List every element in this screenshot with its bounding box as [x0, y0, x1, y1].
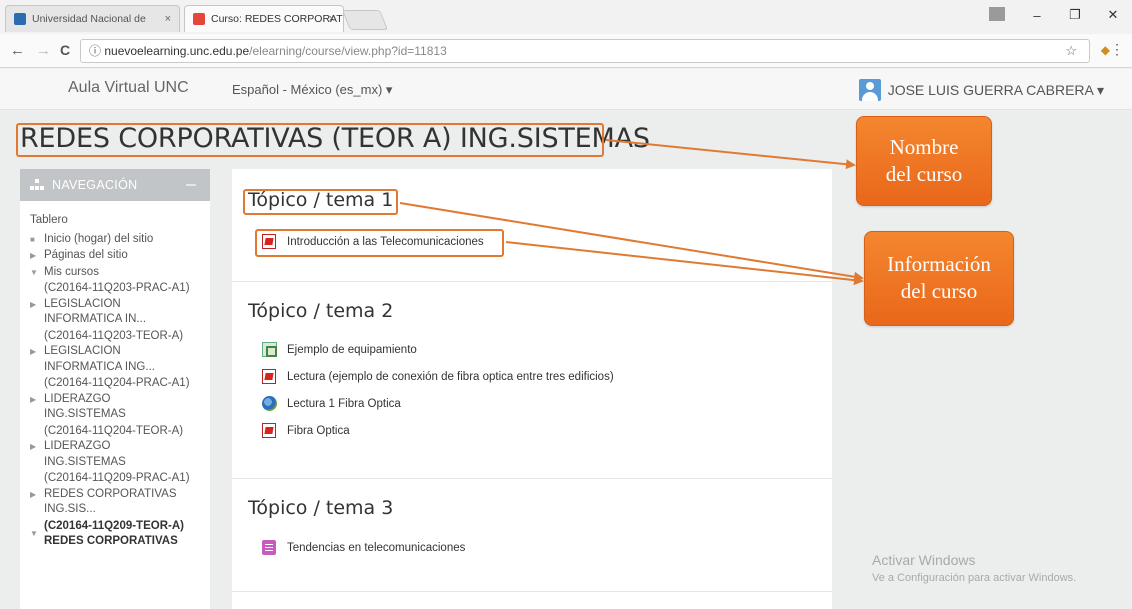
- activity-highlight: [255, 229, 504, 257]
- watermark-title: Activar Windows: [872, 552, 976, 568]
- profile-icon[interactable]: [989, 7, 1005, 21]
- url-path: /elearning/course/view.php?id=11813: [249, 44, 447, 58]
- nav-course-item[interactable]: (C20164-11Q204-PRAC-A1) LIDERAZGO ING.SI…: [44, 376, 194, 423]
- new-tab-button[interactable]: [341, 10, 389, 30]
- tab-title: Universidad Nacional de: [32, 13, 146, 25]
- extension-icon[interactable]: ◆: [1101, 43, 1110, 57]
- page-body: REDES CORPORATIVAS (TEOR A) ING.SISTEMAS…: [0, 111, 1132, 609]
- bullet-icon: ■: [30, 234, 35, 244]
- activity-link[interactable]: Lectura 1 Fibra Optica: [262, 396, 401, 411]
- tab-strip: Universidad Nacional de × Curso: REDES C…: [0, 0, 1132, 34]
- callout-line: del curso: [900, 279, 978, 303]
- minimize-button[interactable]: –: [1018, 0, 1056, 30]
- maximize-button[interactable]: ❐: [1056, 0, 1094, 30]
- activity-name: Ejemplo de equipamiento: [287, 343, 417, 356]
- page-icon: [262, 540, 276, 555]
- tab-title: Curso: REDES CORPORAT: [211, 13, 343, 25]
- expand-arrow-icon[interactable]: ▶: [30, 344, 44, 360]
- navigation-header: NAVEGACIÓN: [20, 169, 210, 201]
- activity-link[interactable]: Lectura (ejemplo de conexión de fibra op…: [262, 369, 614, 384]
- address-bar[interactable]: ⓘ nuevoelearning.unc.edu.pe/elearning/co…: [80, 39, 1090, 63]
- sitemap-icon: [30, 179, 44, 191]
- moodle-favicon-icon: [193, 13, 205, 25]
- expand-arrow-icon[interactable]: ▶: [30, 297, 44, 313]
- activity-name: Lectura (ejemplo de conexión de fibra op…: [287, 370, 614, 383]
- window-controls: – ❐ ✕: [1018, 0, 1132, 30]
- info-icon[interactable]: ⓘ: [89, 44, 101, 58]
- reload-button[interactable]: C: [60, 42, 70, 58]
- callout-course-info: Información del curso: [864, 231, 1014, 326]
- navigation-heading: NAVEGACIÓN: [52, 178, 138, 192]
- expand-arrow-icon[interactable]: ▶: [30, 487, 44, 503]
- user-menu[interactable]: JOSE LUIS GUERRA CABRERA ▾: [858, 79, 1104, 101]
- callout-line: del curso: [885, 162, 963, 186]
- navigation-tree: Tablero ■ Inicio (hogar) del sitio ▶ Págin…: [20, 201, 210, 550]
- url-host: nuevoelearning.unc.edu.pe: [104, 44, 250, 58]
- site-brand[interactable]: Aula Virtual UNC: [68, 79, 189, 97]
- browser-menu-icon[interactable]: ⋮: [1110, 41, 1124, 58]
- callout-course-name: Nombre del curso: [856, 116, 992, 206]
- browser-window: Universidad Nacional de × Curso: REDES C…: [0, 0, 1132, 609]
- tab-close-icon[interactable]: ×: [165, 13, 171, 25]
- collapse-arrow-icon[interactable]: ▼: [30, 265, 44, 281]
- activity-name: Lectura 1 Fibra Optica: [287, 397, 401, 410]
- bookmark-star-icon[interactable]: ☆: [1065, 40, 1077, 62]
- pdf-icon: [262, 423, 276, 438]
- nav-course-item[interactable]: (C20164-11Q204-TEOR-A) LIDERAZGO ING.SIS…: [44, 424, 194, 471]
- tab-close-icon[interactable]: ×: [329, 13, 335, 25]
- section-title: Tópico / tema 3: [248, 497, 394, 519]
- back-button[interactable]: ←: [10, 42, 25, 59]
- expand-arrow-icon[interactable]: ▶: [30, 439, 44, 455]
- nav-my-courses[interactable]: Mis cursos: [44, 265, 99, 281]
- browser-toolbar: ← → C ⓘ nuevoelearning.unc.edu.pe/elearn…: [0, 34, 1132, 68]
- language-menu[interactable]: Español - México (es_mx) ▾: [232, 82, 392, 98]
- expand-arrow-icon[interactable]: ▶: [30, 248, 44, 264]
- nav-course-item[interactable]: (C20164-11Q209-PRAC-A1) REDES CORPORATIV…: [44, 471, 194, 518]
- callout-line: Nombre: [889, 135, 959, 159]
- collapse-block-icon[interactable]: [186, 184, 196, 186]
- callout-line: Información: [887, 252, 991, 276]
- expand-arrow-icon[interactable]: ▶: [30, 392, 44, 408]
- watermark-subtitle: Ve a Configuración para activar Windows.: [872, 572, 1077, 584]
- avatar: [858, 79, 881, 101]
- activity-name: Tendencias en telecomunicaciones: [287, 541, 466, 554]
- nav-site-pages[interactable]: Páginas del sitio: [44, 248, 128, 264]
- section-2: Tópico / tema 2 Ejemplo de equipamiento …: [232, 282, 832, 479]
- collapse-arrow-icon[interactable]: ▼: [30, 526, 44, 542]
- activity-link[interactable]: Tendencias en telecomunicaciones: [262, 540, 465, 555]
- user-name: JOSE LUIS GUERRA CABRERA ▾: [887, 81, 1104, 98]
- pdf-icon: [262, 369, 276, 384]
- site-header: Aula Virtual UNC Español - México (es_mx…: [0, 69, 1132, 110]
- forward-button[interactable]: →: [36, 42, 51, 59]
- activity-link[interactable]: Fibra Optica: [262, 423, 350, 438]
- close-window-button[interactable]: ✕: [1094, 0, 1132, 30]
- course-title-highlight: [16, 123, 604, 157]
- nav-course-item[interactable]: (C20164-11Q203-PRAC-A1) LEGISLACION INFO…: [44, 281, 194, 328]
- spreadsheet-icon: [262, 342, 277, 357]
- site-favicon-icon: [14, 13, 26, 25]
- nav-home[interactable]: Inicio (hogar) del sitio: [44, 232, 153, 248]
- activity-link[interactable]: Ejemplo de equipamiento: [262, 342, 417, 357]
- section-1: Tópico / tema 1 Introducción a las Telec…: [232, 169, 832, 282]
- tab-universidad[interactable]: Universidad Nacional de ×: [5, 5, 180, 32]
- nav-dashboard[interactable]: Tablero: [30, 213, 68, 229]
- section-title-highlight: [243, 189, 398, 215]
- nav-course-item[interactable]: (C20164-11Q203-TEOR-A) LEGISLACION INFOR…: [44, 329, 194, 376]
- nav-course-item-current[interactable]: (C20164-11Q209-TEOR-A) REDES CORPORATIVA…: [44, 519, 194, 550]
- navigation-block: NAVEGACIÓN Tablero ■ Inicio (hogar) del s…: [20, 169, 210, 609]
- section-title: Tópico / tema 2: [248, 300, 394, 322]
- activity-name: Fibra Optica: [287, 424, 350, 437]
- section-3: Tópico / tema 3 Tendencias en telecomuni…: [232, 479, 832, 592]
- tab-curso[interactable]: Curso: REDES CORPORAT ×: [184, 5, 344, 32]
- url-globe-icon: [262, 396, 277, 411]
